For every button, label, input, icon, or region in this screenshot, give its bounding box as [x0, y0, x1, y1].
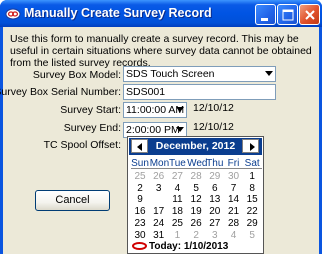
calendar-day[interactable]: 16 — [131, 206, 149, 217]
start-date: 12/10/12 — [193, 102, 234, 114]
calendar-day[interactable]: 15 — [243, 194, 261, 205]
calendar-day[interactable]: 1 — [168, 230, 186, 241]
end-time-value: 2:00:00 PM — [126, 124, 180, 136]
calendar-day[interactable]: 6 — [206, 183, 224, 194]
calendar-dropdown: December, 2012 Sun Mon Tue Wed Thu Fri Sat 25 2… — [127, 136, 264, 254]
calendar-day[interactable]: 29 — [206, 171, 224, 182]
chevron-down-icon — [176, 107, 184, 112]
calendar-day[interactable]: 30 — [225, 171, 243, 182]
calendar-day[interactable]: 17 — [150, 206, 168, 217]
calendar-day[interactable]: 2 — [187, 230, 205, 241]
calendar-day[interactable]: 4 — [225, 230, 243, 241]
day-of-week-label: Thu — [206, 158, 224, 169]
calendar-day[interactable]: 30 — [131, 230, 149, 241]
calendar-day[interactable]: 28 — [225, 218, 243, 229]
close-icon — [305, 10, 315, 20]
minimize-icon — [261, 18, 268, 21]
previous-month-button[interactable] — [131, 139, 148, 153]
spool-offset-label: TC Spool Offset: — [43, 139, 121, 151]
calendar-day[interactable]: 31 — [150, 230, 168, 241]
calendar-day[interactable]: 23 — [131, 218, 149, 229]
calendar-day[interactable]: 28 — [187, 171, 205, 182]
calendar-day[interactable]: 9 — [131, 194, 149, 205]
calendar-day[interactable]: 21 — [225, 206, 243, 217]
model-select[interactable]: SDS Touch Screen — [123, 66, 276, 82]
calendar-day[interactable]: 5 — [187, 183, 205, 194]
calendar-day[interactable]: 14 — [225, 194, 243, 205]
window-title: Manually Create Survey Record — [24, 6, 212, 20]
calendar-day-grid: 25 26 27 28 29 30 1 2 3 4 5 6 7 8 9 10 11 12 13 14 15 16 17 18 1… — [131, 171, 262, 243]
day-of-week-label: Sat — [244, 158, 260, 169]
calendar-day[interactable]: 25 — [131, 171, 149, 182]
day-of-week-label: Tue — [168, 158, 186, 169]
calendar-day[interactable]: 11 — [168, 194, 186, 205]
end-date: 12/10/12 — [193, 121, 234, 133]
title-bar[interactable]: Manually Create Survey Record — [0, 0, 322, 27]
intro-text: Use this form to manually create a surve… — [10, 33, 312, 69]
calendar-day[interactable]: 7 — [225, 183, 243, 194]
calendar-day[interactable]: 3 — [206, 230, 224, 241]
calendar-header: December, 2012 — [129, 138, 262, 155]
arrow-left-icon — [137, 143, 142, 151]
maximize-icon — [282, 9, 294, 21]
calendar-day[interactable]: 12 — [187, 194, 205, 205]
calendar-day[interactable]: 26 — [187, 218, 205, 229]
model-label: Survey Box Model: — [32, 69, 121, 81]
calendar-day[interactable]: 29 — [243, 218, 261, 229]
day-of-week-header: Sun Mon Tue Wed Thu Fri Sat — [131, 158, 262, 169]
today-link[interactable]: Today: 1/10/2013 — [132, 241, 228, 253]
cancel-button[interactable]: Cancel — [35, 190, 110, 211]
app-icon — [5, 8, 21, 20]
minimize-button[interactable] — [255, 4, 276, 25]
serial-label: Survey Box Serial Number: — [0, 86, 121, 98]
maximize-button[interactable] — [277, 4, 298, 25]
model-value: SDS Touch Screen — [126, 68, 215, 80]
today-text: Today: 1/10/2013 — [149, 241, 229, 252]
start-label: Survey Start: — [60, 104, 121, 116]
calendar-day[interactable]: 2 — [131, 183, 149, 194]
today-circle-icon — [132, 242, 147, 251]
calendar-day[interactable]: 24 — [150, 218, 168, 229]
close-button[interactable] — [299, 4, 320, 25]
calendar-day[interactable]: 20 — [206, 206, 224, 217]
calendar-day[interactable]: 10 — [150, 194, 168, 206]
calendar-day[interactable]: 4 — [168, 183, 186, 194]
next-month-button[interactable] — [242, 139, 259, 153]
serial-input[interactable]: SDS001 — [123, 84, 276, 100]
calendar-day[interactable]: 22 — [243, 206, 261, 217]
chevron-down-icon — [176, 127, 184, 132]
end-label: Survey End: — [63, 122, 121, 134]
calendar-day[interactable]: 13 — [206, 194, 224, 205]
calendar-day[interactable]: 1 — [243, 171, 261, 182]
selected-day-highlight — [152, 194, 165, 206]
day-of-week-label: Sun — [131, 158, 149, 169]
calendar-day[interactable]: 27 — [168, 171, 186, 182]
calendar-day[interactable]: 27 — [206, 218, 224, 229]
day-of-week-label: Fri — [227, 158, 240, 169]
calendar-day[interactable]: 19 — [187, 206, 205, 217]
start-time-picker[interactable]: 11:00:00 AM — [123, 102, 187, 118]
calendar-month-label: December, 2012 — [155, 140, 236, 152]
serial-value: SDS001 — [126, 86, 166, 98]
calendar-day[interactable]: 26 — [150, 171, 168, 182]
day-of-week-label: Mon — [149, 158, 170, 169]
calendar-day[interactable]: 25 — [168, 218, 186, 229]
calendar-day[interactable]: 8 — [243, 183, 261, 194]
calendar-day[interactable]: 3 — [150, 183, 168, 194]
calendar-day[interactable]: 18 — [168, 206, 186, 217]
day-of-week-label: Wed — [187, 158, 208, 169]
chevron-down-icon — [265, 71, 273, 76]
calendar-day[interactable]: 5 — [243, 230, 261, 241]
arrow-right-icon — [250, 143, 255, 151]
